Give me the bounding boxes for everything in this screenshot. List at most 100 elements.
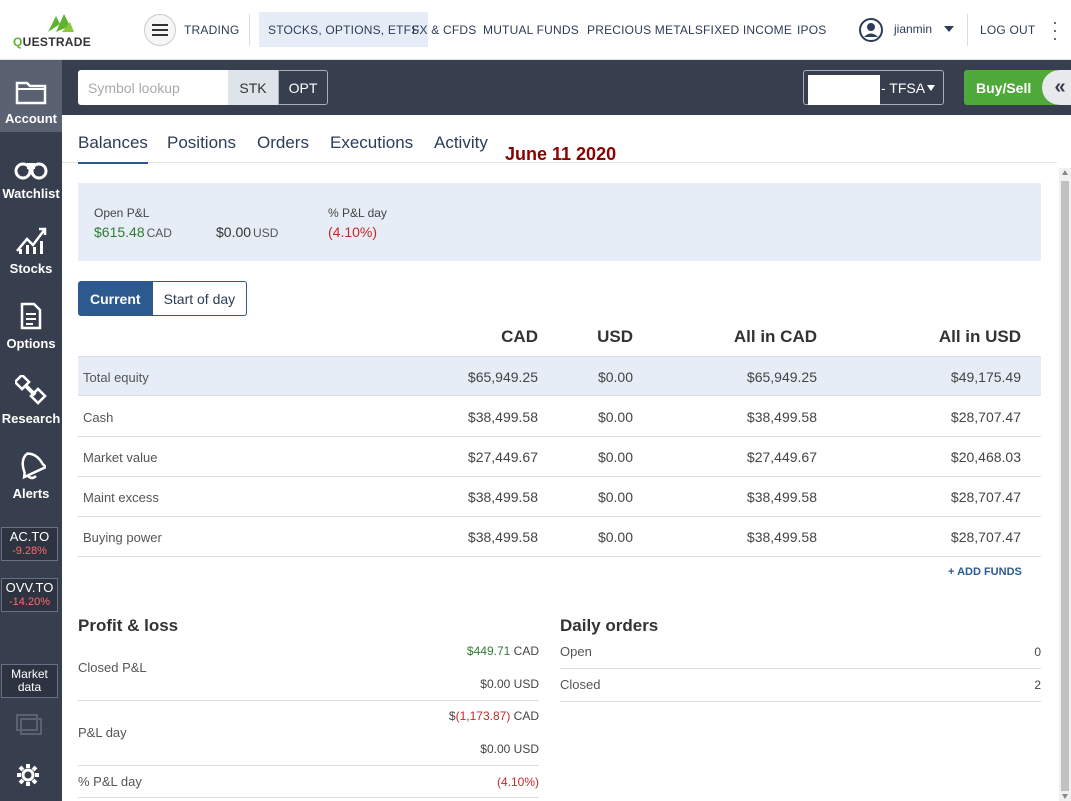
ticker-ac-to[interactable]: AC.TO -9.28% (1, 527, 58, 561)
sidebar-item-options[interactable]: Options (0, 285, 62, 357)
document-list-icon (20, 302, 42, 330)
closed-pl-usd: $0.00 USD (480, 677, 539, 691)
all-in-cad-value: $27,449.67 (746, 449, 817, 465)
nav-ipos[interactable]: IPOS (788, 12, 835, 47)
date-annotation: June 11 2020 (505, 144, 617, 164)
usd-value: $0.00 (597, 489, 633, 505)
column-header-usd: USD (597, 327, 633, 346)
user-avatar-icon[interactable] (859, 18, 883, 42)
sidebar-item-stocks[interactable]: Stocks (0, 210, 62, 282)
nav-fixed-income[interactable]: FIXED INCOME (694, 12, 801, 47)
tab-balances[interactable]: Balances (78, 133, 148, 164)
open-pl-label: Open P&L (94, 206, 150, 220)
hamburger-menu-button[interactable] (144, 14, 176, 46)
current-button[interactable]: Current (78, 281, 153, 316)
more-options-icon[interactable]: · · · (1052, 13, 1058, 47)
table-row: Cash $38,499.58 $0.00 $38,499.58 $28,707… (78, 397, 1041, 437)
account-chevron-down-icon (927, 85, 935, 91)
column-header-all-in-cad: All in CAD (733, 327, 817, 346)
gear-icon[interactable] (16, 763, 40, 787)
scroll-up-arrow-icon[interactable] (1062, 170, 1068, 175)
all-in-cad-value: $38,499.58 (746, 409, 817, 425)
pl-day-cad: $(1,173.87) CAD (448, 709, 539, 723)
sidebar-item-label: Watchlist (2, 186, 60, 201)
nav-divider (249, 14, 250, 46)
trade-toolbar: STK OPT - TFSA Buy/Sell « (62, 60, 1071, 115)
logout-link[interactable]: LOG OUT (971, 12, 1044, 47)
bell-icon (21, 452, 46, 480)
scroll-down-arrow-icon[interactable] (1062, 794, 1068, 799)
ticker-change: -14.20% (9, 596, 50, 608)
all-in-cad-value: $65,949.25 (746, 369, 817, 385)
nav-divider (967, 14, 968, 46)
start-of-day-button[interactable]: Start of day (152, 281, 248, 316)
hamburger-icon (152, 24, 168, 36)
pct-pl-day-label: % P&L day (328, 206, 387, 220)
username[interactable]: jianmin (894, 22, 932, 36)
tab-activity[interactable]: Activity (434, 133, 488, 162)
cad-value: $38,499.58 (467, 489, 538, 505)
tab-positions[interactable]: Positions (167, 133, 236, 162)
account-selector[interactable]: - TFSA (803, 70, 944, 105)
all-in-usd-value: $49,175.49 (950, 369, 1021, 385)
nav-trading[interactable]: TRADING (175, 12, 248, 47)
nav-precious-metals[interactable]: PRECIOUS METALS (578, 12, 712, 47)
row-label: Total equity (83, 370, 149, 385)
cad-value: $65,949.25 (467, 369, 538, 385)
table-row: Maint excess $38,499.58 $0.00 $38,499.58… (78, 477, 1041, 517)
windows-icon[interactable] (16, 714, 42, 736)
sidebar-item-label: Alerts (12, 486, 50, 501)
open-pl-cad: $615.48 CAD (94, 224, 172, 240)
pct-pl-day-label: % P&L day (78, 774, 142, 789)
vertical-scrollbar[interactable] (1059, 168, 1071, 801)
open-orders-count: 0 (1034, 645, 1041, 659)
ticker-ovv-to[interactable]: OVV.TO -14.20% (1, 578, 58, 612)
pct-pl-day-value: (4.10%) (328, 224, 378, 240)
sidebar-item-research[interactable]: Research (0, 360, 62, 432)
user-menu-chevron-down-icon[interactable] (944, 26, 954, 32)
sidebar-item-watchlist[interactable]: Watchlist (0, 135, 62, 207)
cad-value: $27,449.67 (467, 449, 538, 465)
all-in-cad-value: $38,499.58 (746, 489, 817, 505)
nav-mutual-funds[interactable]: MUTUAL FUNDS (474, 12, 588, 47)
pct-pl-day-value: (4.10%) (496, 775, 539, 789)
open-orders-label: Open (560, 644, 592, 659)
balances-content: Open P&L $615.48 CAD $0.00 USD % P&L day (… (62, 163, 1057, 801)
sidebar-item-alerts[interactable]: Alerts (0, 435, 62, 507)
column-header-cad: CAD (501, 327, 538, 346)
closed-pl-cad: $449.71 CAD (466, 644, 539, 658)
stk-toggle-button[interactable]: STK (228, 70, 278, 105)
pl-day-label: P&L day (78, 725, 127, 740)
column-header-all-in-usd: All in USD (938, 327, 1021, 346)
top-bar: QUESTRADE TRADING STOCKS, OPTIONS, ETFS … (0, 0, 1071, 60)
all-in-cad-value: $38,499.58 (746, 529, 817, 545)
questrade-logo[interactable]: QUESTRADE (12, 12, 112, 49)
all-in-usd-value: $28,707.47 (950, 489, 1021, 505)
opt-toggle-button[interactable]: OPT (278, 70, 328, 105)
tab-orders[interactable]: Orders (257, 133, 309, 162)
symbol-lookup-input[interactable] (78, 70, 228, 105)
table-row: Total equity $65,949.25 $0.00 $65,949.25… (78, 356, 1041, 396)
account-number-redaction (808, 75, 880, 105)
scrollbar-thumb[interactable] (1061, 181, 1069, 791)
sidebar-item-label: Stocks (9, 261, 53, 276)
left-sidebar: Account Watchlist Stocks Options Researc… (0, 60, 62, 801)
pl-day-usd: $0.00 USD (480, 742, 539, 756)
row-label: Cash (83, 410, 114, 425)
daily-orders-title: Daily orders (560, 616, 659, 635)
logo-mark-icon (48, 14, 74, 32)
table-row: Market value $27,449.67 $0.00 $27,449.67… (78, 437, 1041, 477)
add-funds-link[interactable]: + ADD FUNDS (948, 566, 1022, 578)
market-data-button[interactable]: Market data (1, 664, 58, 698)
account-type-label: - TFSA (881, 80, 926, 96)
cad-value: $38,499.58 (467, 409, 538, 425)
closed-orders-label: Closed (560, 677, 601, 692)
sidebar-item-label: Options (6, 336, 56, 351)
sidebar-item-account[interactable]: Account (0, 60, 62, 132)
tab-executions[interactable]: Executions (330, 133, 413, 162)
table-row: Buying power $38,499.58 $0.00 $38,499.58… (78, 517, 1041, 557)
divider (78, 700, 539, 701)
usd-value: $0.00 (597, 449, 633, 465)
collapse-panel-button[interactable]: « (1042, 70, 1071, 105)
usd-value: $0.00 (597, 369, 633, 385)
